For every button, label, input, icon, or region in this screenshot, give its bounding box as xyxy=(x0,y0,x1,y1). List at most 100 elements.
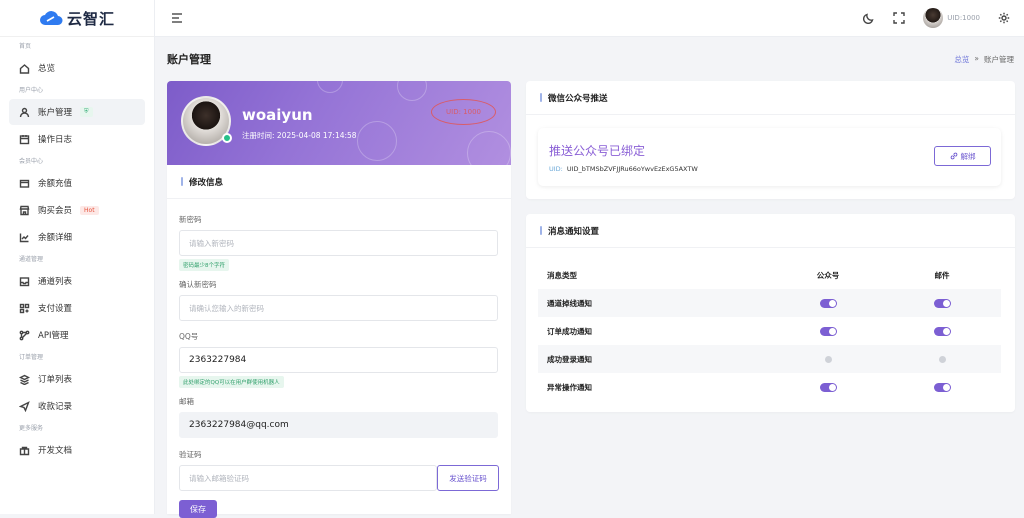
register-time: 注册时间: 2025-04-08 17:14:58 xyxy=(242,131,357,140)
qq-hint: 此处绑定的QQ可以在用户群使用机器人 xyxy=(179,376,284,388)
table-row: 成功登录通知 xyxy=(538,345,1001,373)
sidebar-item-label: 支付设置 xyxy=(38,304,73,314)
breadcrumb-separator: » xyxy=(974,54,979,63)
verification-code-input[interactable]: 请输入邮箱验证码 xyxy=(179,465,437,491)
qq-label: QQ号 xyxy=(179,332,199,341)
send-icon xyxy=(19,400,30,412)
username: woaiyun xyxy=(242,106,313,124)
wechat-toggle[interactable] xyxy=(819,298,837,308)
document-icon xyxy=(19,446,30,455)
hot-badge: Hot xyxy=(80,205,99,215)
sidebar-item-label: 开发文档 xyxy=(38,446,73,456)
home-icon xyxy=(19,63,30,74)
sidebar-section-title: 会员中心 xyxy=(19,158,44,165)
confirm-password-label: 确认新密码 xyxy=(179,280,217,289)
sidebar-item[interactable]: 收款记录 xyxy=(9,393,145,419)
wechat-push-card: 微信公众号推送 推送公众号已绑定 UID: UID_bTMSbZVFJJRu66o… xyxy=(526,81,1015,199)
sidebar-section-title: 首页 xyxy=(19,43,32,50)
wechat-uid: UID: UID_bTMSbZVFJJRu66oYwvEzExG5AXTW xyxy=(549,165,698,173)
unbind-button[interactable]: 解绑 xyxy=(934,146,991,166)
sidebar-section-title: 更多服务 xyxy=(19,425,44,432)
uid-stamp: UID: 1000 xyxy=(431,99,496,125)
sidebar-section-title: 通道管理 xyxy=(19,256,44,263)
notification-type: 异常操作通知 xyxy=(547,382,592,392)
edit-info-title: 修改信息 xyxy=(167,165,511,199)
sidebar-item[interactable]: 余额充值 xyxy=(9,170,145,196)
notification-settings-card: 消息通知设置 消息类型 公众号 邮件 通道掉线通知 订单成功通知 成功登录通知 … xyxy=(526,214,1015,412)
notification-type: 成功登录通知 xyxy=(547,354,592,364)
sidebar-item[interactable]: 订单列表 xyxy=(9,366,145,392)
online-status-icon xyxy=(222,133,232,143)
table-row: 通道掉线通知 xyxy=(538,289,1001,317)
table-row: 异常操作通知 xyxy=(538,373,1001,401)
email-label: 邮箱 xyxy=(179,397,194,406)
fullscreen-icon[interactable] xyxy=(893,12,905,24)
new-password-label: 新密码 xyxy=(179,215,202,224)
sidebar-item[interactable]: API管理 xyxy=(9,322,145,348)
sidebar-item[interactable]: 总览 xyxy=(9,55,145,81)
unbind-label: 解绑 xyxy=(960,151,976,161)
network-icon xyxy=(19,330,30,340)
shield-icon: ⛨ xyxy=(80,107,93,117)
brand-name: 云智汇 xyxy=(66,9,115,28)
sidebar-item-label: 操作日志 xyxy=(38,135,73,145)
sidebar-item[interactable]: 通道列表 xyxy=(9,268,145,294)
sidebar-item[interactable]: 开发文档 xyxy=(9,437,145,463)
cloud-logo-icon xyxy=(39,11,63,25)
sidebar-section-title: 订单管理 xyxy=(19,354,44,361)
wechat-toggle[interactable] xyxy=(819,382,837,392)
sidebar-section-title: 用户中心 xyxy=(19,87,44,94)
header-wechat: 公众号 xyxy=(816,270,840,280)
profile-banner: woaiyun 注册时间: 2025-04-08 17:14:58 UID: 1… xyxy=(167,81,511,165)
top-uid: UID:1000 xyxy=(947,14,980,22)
confirm-password-input[interactable]: 请确认您输入的新密码 xyxy=(179,295,498,321)
sidebar-item[interactable]: 操作日志 xyxy=(9,126,145,152)
sidebar-item[interactable]: 余额详细 xyxy=(9,224,145,250)
page-title: 账户管理 xyxy=(167,53,211,66)
email-toggle[interactable] xyxy=(933,298,951,308)
notification-table: 消息类型 公众号 邮件 通道掉线通知 订单成功通知 成功登录通知 异常操作通知 xyxy=(538,261,1001,401)
sidebar-item-label: API管理 xyxy=(38,331,69,341)
sidebar-item[interactable]: 支付设置 xyxy=(9,295,145,321)
logo[interactable]: 云智汇 xyxy=(0,0,154,37)
sidebar-item-label: 余额详细 xyxy=(38,233,73,243)
header-type: 消息类型 xyxy=(547,270,577,280)
email-toggle[interactable] xyxy=(938,355,946,364)
send-code-button[interactable]: 发送验证码 xyxy=(437,465,499,491)
table-row: 订单成功通知 xyxy=(538,317,1001,345)
moon-icon[interactable] xyxy=(863,12,875,24)
sidebar-item-label: 余额充值 xyxy=(38,179,73,189)
store-icon xyxy=(19,205,30,215)
notification-type: 通道掉线通知 xyxy=(547,298,592,308)
wechat-bind-box: 推送公众号已绑定 UID: UID_bTMSbZVFJJRu66oYwvEzExG… xyxy=(538,128,1001,186)
password-hint: 密码最少8个字符 xyxy=(179,259,229,271)
sidebar-item-label: 订单列表 xyxy=(38,375,73,385)
inbox-icon xyxy=(19,276,30,286)
email-toggle[interactable] xyxy=(933,326,951,336)
wechat-toggle[interactable] xyxy=(819,326,837,336)
wechat-push-title: 微信公众号推送 xyxy=(526,81,1015,115)
save-button[interactable]: 保存 xyxy=(179,500,217,518)
sidebar: 云智汇 首页 总览用户中心 账户管理 ⛨ 操作日志会员中心 余额充值 购买会员 Ho… xyxy=(0,0,155,514)
new-password-input[interactable]: 请输入新密码 xyxy=(179,230,498,256)
wechat-toggle[interactable] xyxy=(824,355,832,364)
sidebar-item[interactable]: 购买会员 Hot xyxy=(9,197,145,223)
menu-toggle-icon[interactable] xyxy=(170,11,184,25)
sidebar-item-label: 购买会员 xyxy=(38,206,73,216)
breadcrumb-home[interactable]: 总览 xyxy=(954,54,969,65)
notification-settings-title: 消息通知设置 xyxy=(526,214,1015,248)
email-toggle[interactable] xyxy=(933,382,951,392)
wechat-bind-status: 推送公众号已绑定 xyxy=(549,144,646,158)
code-label: 验证码 xyxy=(179,450,202,459)
layers-icon xyxy=(19,374,30,385)
user-menu[interactable]: UID:1000 xyxy=(923,8,980,28)
calendar-icon xyxy=(19,134,30,144)
qq-input[interactable]: 2363227984 xyxy=(179,347,498,373)
sidebar-item[interactable]: 账户管理 ⛨ xyxy=(9,99,145,125)
edit-info-card: 修改信息 新密码 请输入新密码 密码最少8个字符 确认新密码 请确认您输入的新密… xyxy=(167,165,511,518)
email-field: 2363227984@qq.com xyxy=(179,412,498,438)
grid-icon xyxy=(19,303,30,313)
sidebar-item-label: 账户管理 xyxy=(38,108,73,118)
notification-type: 订单成功通知 xyxy=(547,326,592,336)
gear-icon[interactable] xyxy=(998,12,1010,24)
